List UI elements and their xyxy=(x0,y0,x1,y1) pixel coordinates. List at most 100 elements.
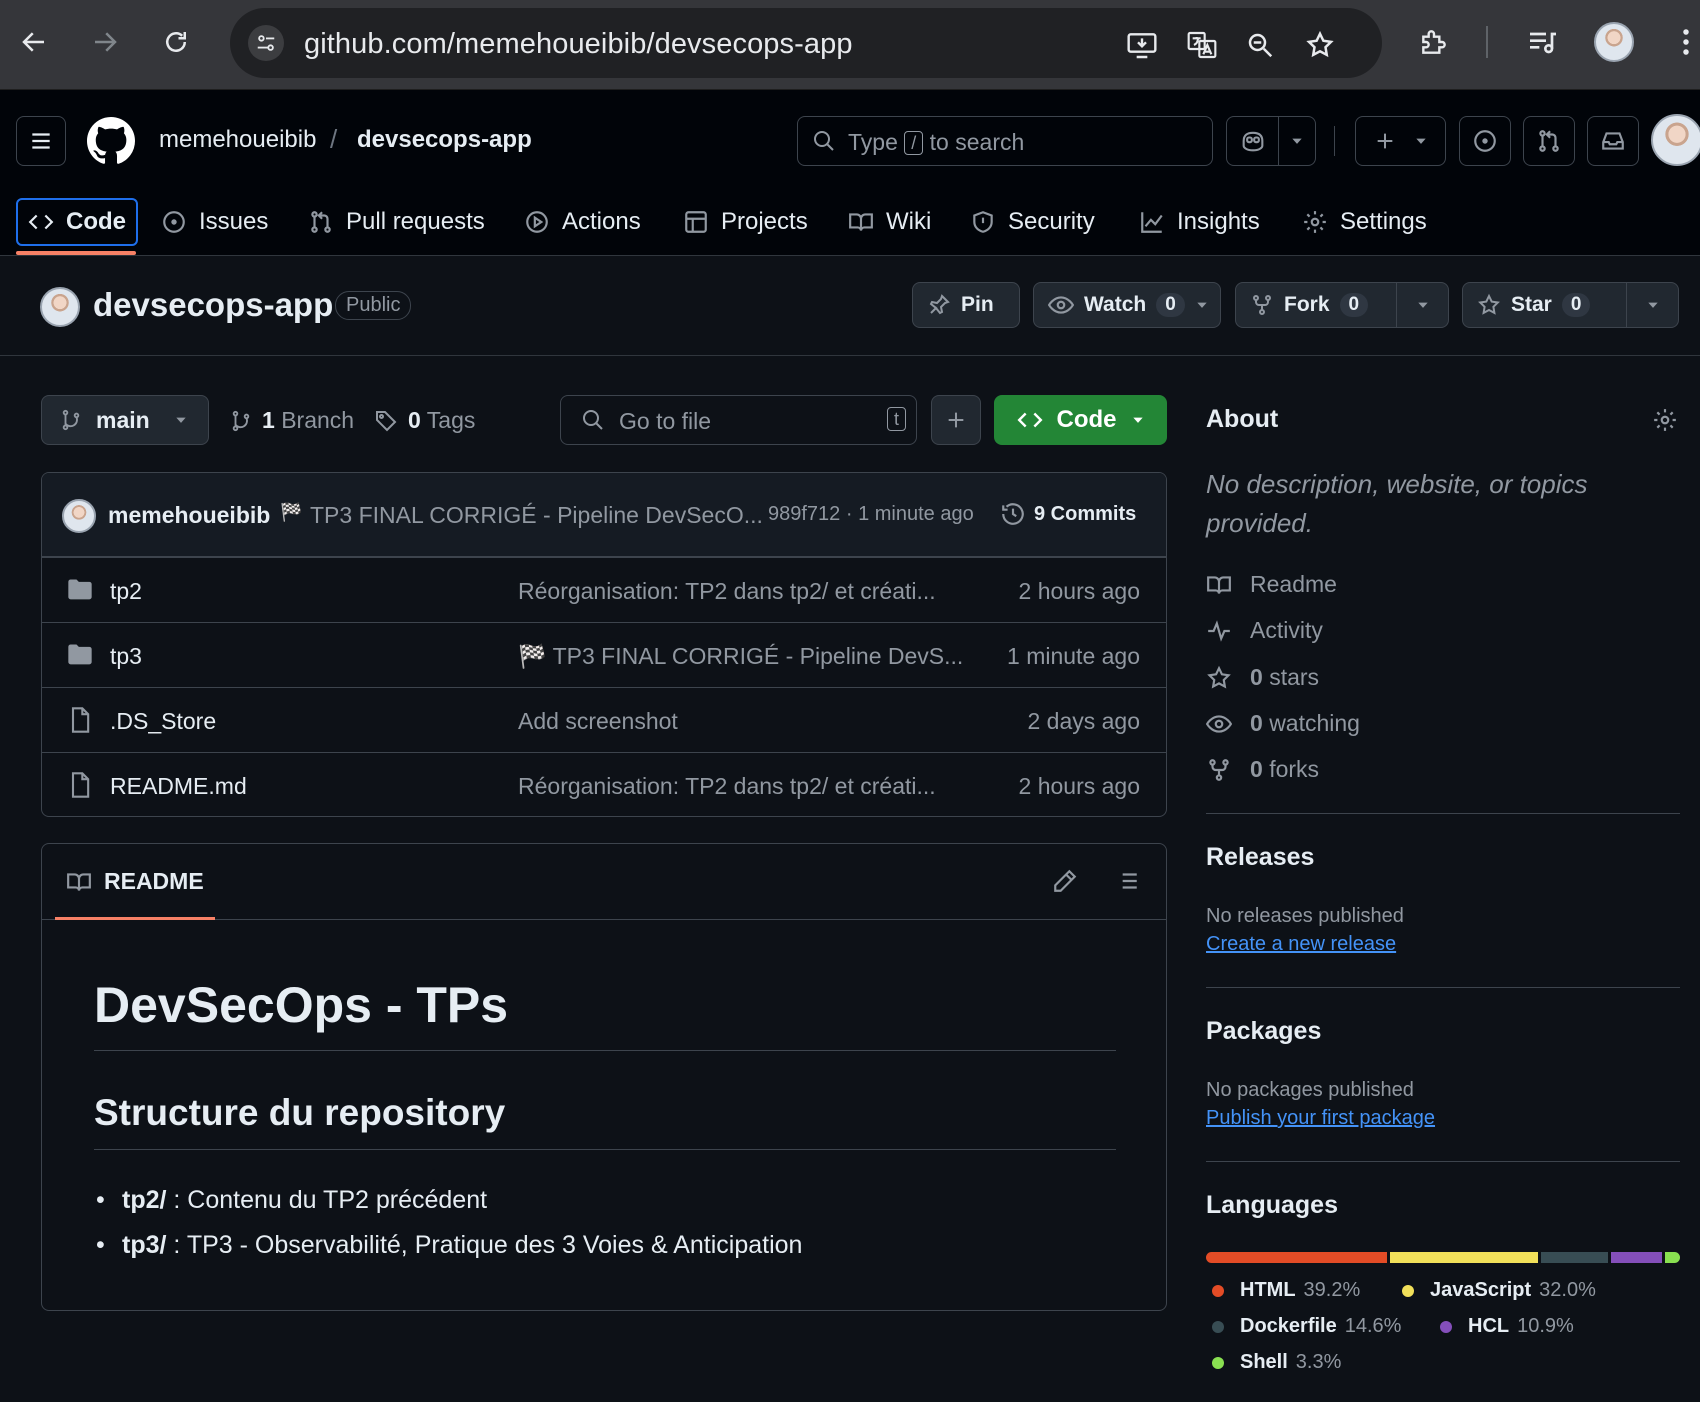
file-commit-message[interactable]: Réorganisation: TP2 dans tp2/ et créati.… xyxy=(518,773,936,800)
go-to-file-input[interactable]: Go to file t xyxy=(560,395,917,445)
table-row[interactable]: tp3 🏁 TP3 FINAL CORRIGÉ - Pipeline DevS.… xyxy=(42,622,1166,687)
publish-package-link[interactable]: Publish your first package xyxy=(1206,1107,1435,1130)
author-avatar[interactable] xyxy=(62,499,96,533)
add-file-button[interactable] xyxy=(931,395,981,445)
activity-link[interactable]: Activity xyxy=(1206,617,1323,644)
readme-heading-1: DevSecOps - TPs xyxy=(94,977,509,1033)
file-name[interactable]: .DS_Store xyxy=(110,708,216,735)
branch-icon xyxy=(230,410,252,432)
extensions-icon[interactable] xyxy=(1414,22,1454,62)
pull-requests-icon[interactable] xyxy=(1523,116,1575,166)
bookmark-star-icon[interactable] xyxy=(1303,28,1337,62)
tags-link[interactable]: 0 Tags xyxy=(374,407,475,434)
commit-message[interactable]: TP3 FINAL CORRIGÉ - Pipeline DevSecO... xyxy=(310,502,763,529)
gear-icon[interactable] xyxy=(1652,407,1678,433)
divider xyxy=(1206,1161,1680,1162)
back-arrow-icon[interactable] xyxy=(14,22,54,62)
gear-icon xyxy=(1302,209,1328,235)
outline-list-icon[interactable] xyxy=(1114,868,1140,894)
chevron-down-icon[interactable] xyxy=(1195,298,1221,312)
translate-icon[interactable] xyxy=(1185,28,1219,62)
media-queue-icon[interactable] xyxy=(1522,22,1562,62)
file-name[interactable]: tp3 xyxy=(110,643,142,670)
search-input[interactable]: Type / to search xyxy=(797,116,1213,166)
pencil-icon[interactable] xyxy=(1052,868,1078,894)
language-hcl[interactable]: HCL 10.9% xyxy=(1440,1315,1574,1338)
commits-link[interactable]: 9 Commits xyxy=(1000,501,1136,527)
install-app-icon[interactable] xyxy=(1125,28,1159,62)
tab-code[interactable]: Code xyxy=(16,198,138,246)
table-row[interactable]: tp2 Réorganisation: TP2 dans tp2/ et cré… xyxy=(42,557,1166,622)
language-html[interactable]: HTML 39.2% xyxy=(1212,1279,1360,1302)
folder-icon xyxy=(66,576,94,604)
issues-icon[interactable] xyxy=(1459,116,1511,166)
zoom-icon[interactable] xyxy=(1243,28,1277,62)
create-new-button[interactable] xyxy=(1355,116,1446,166)
browser-menu-icon[interactable] xyxy=(1666,22,1700,62)
code-dropdown-button[interactable]: Code xyxy=(994,395,1167,445)
tab-settings[interactable]: Settings xyxy=(1292,198,1437,246)
reload-icon[interactable] xyxy=(156,22,196,62)
file-time: 2 hours ago xyxy=(1018,773,1140,799)
file-icon xyxy=(66,771,94,799)
tab-insights[interactable]: Insights xyxy=(1129,198,1270,246)
pin-button[interactable]: Pin xyxy=(912,282,1020,328)
folder-icon xyxy=(66,641,94,669)
star-label: Star xyxy=(1511,293,1552,316)
table-row[interactable]: README.md Réorganisation: TP2 dans tp2/ … xyxy=(42,752,1166,816)
releases-title[interactable]: Releases xyxy=(1206,843,1314,872)
fork-button[interactable]: Fork 0 xyxy=(1235,282,1449,328)
watch-button[interactable]: Watch 0 xyxy=(1033,282,1221,328)
star-button[interactable]: Star 0 xyxy=(1462,282,1679,328)
table-row[interactable]: .DS_Store Add screenshot 2 days ago xyxy=(42,687,1166,752)
copilot-button[interactable] xyxy=(1226,116,1316,166)
language-bar xyxy=(1206,1252,1680,1263)
owner-link[interactable]: memehoueibib xyxy=(159,126,316,154)
branch-selector[interactable]: main xyxy=(41,395,209,445)
commit-author[interactable]: memehoueibib xyxy=(108,502,270,529)
file-commit-message[interactable]: 🏁 TP3 FINAL CORRIGÉ - Pipeline DevS... xyxy=(518,643,963,670)
tab-actions[interactable]: Actions xyxy=(514,198,651,246)
tab-label: Issues xyxy=(199,208,269,235)
tab-wiki[interactable]: Wiki xyxy=(838,198,941,246)
site-settings-icon[interactable] xyxy=(248,25,284,61)
owner-avatar[interactable] xyxy=(40,287,80,327)
language-shell[interactable]: Shell 3.3% xyxy=(1212,1351,1341,1374)
chevron-down-icon[interactable] xyxy=(1626,283,1678,327)
branches-link[interactable]: 1 Branch xyxy=(230,407,354,434)
stars-link[interactable]: 0 stars xyxy=(1206,664,1319,691)
create-release-link[interactable]: Create a new release xyxy=(1206,933,1396,956)
github-logo-icon[interactable] xyxy=(87,117,135,165)
tab-pull-requests[interactable]: Pull requests xyxy=(298,198,495,246)
url-text[interactable]: github.com/memehoueibib/devsecops-app xyxy=(304,28,853,61)
tab-issues[interactable]: Issues xyxy=(151,198,278,246)
user-avatar[interactable] xyxy=(1651,114,1700,166)
repo-title[interactable]: devsecops-app xyxy=(93,286,333,324)
tab-label: Wiki xyxy=(886,208,932,235)
forward-arrow-icon[interactable] xyxy=(85,22,125,62)
book-icon xyxy=(66,869,92,895)
file-commit-message[interactable]: Réorganisation: TP2 dans tp2/ et créati.… xyxy=(518,578,936,605)
copilot-icon xyxy=(1227,117,1279,165)
tab-security[interactable]: Security xyxy=(960,198,1105,246)
hamburger-menu-icon[interactable] xyxy=(16,116,66,166)
commit-hash[interactable]: 989f712 xyxy=(768,503,840,525)
address-bar[interactable]: github.com/memehoueibib/devsecops-app xyxy=(230,8,1382,78)
chevron-down-icon[interactable] xyxy=(1396,283,1448,327)
tab-projects[interactable]: Projects xyxy=(673,198,818,246)
list-item: tp3/ : TP3 - Observabilité, Pratique des… xyxy=(96,1231,802,1260)
readme-tab[interactable]: README xyxy=(66,868,204,895)
file-name[interactable]: tp2 xyxy=(110,578,142,605)
readme-link[interactable]: Readme xyxy=(1206,571,1337,598)
watching-link[interactable]: 0 watching xyxy=(1206,710,1360,737)
language-javascript[interactable]: JavaScript 32.0% xyxy=(1402,1279,1596,1302)
browser-profile-avatar[interactable] xyxy=(1594,22,1634,62)
search-icon xyxy=(581,408,605,432)
forks-link[interactable]: 0 forks xyxy=(1206,756,1319,783)
language-dockerfile[interactable]: Dockerfile 14.6% xyxy=(1212,1315,1401,1338)
file-commit-message[interactable]: Add screenshot xyxy=(518,708,678,735)
inbox-icon[interactable] xyxy=(1587,116,1639,166)
file-name[interactable]: README.md xyxy=(110,773,247,800)
packages-title[interactable]: Packages xyxy=(1206,1017,1321,1046)
repo-link[interactable]: devsecops-app xyxy=(357,126,532,154)
